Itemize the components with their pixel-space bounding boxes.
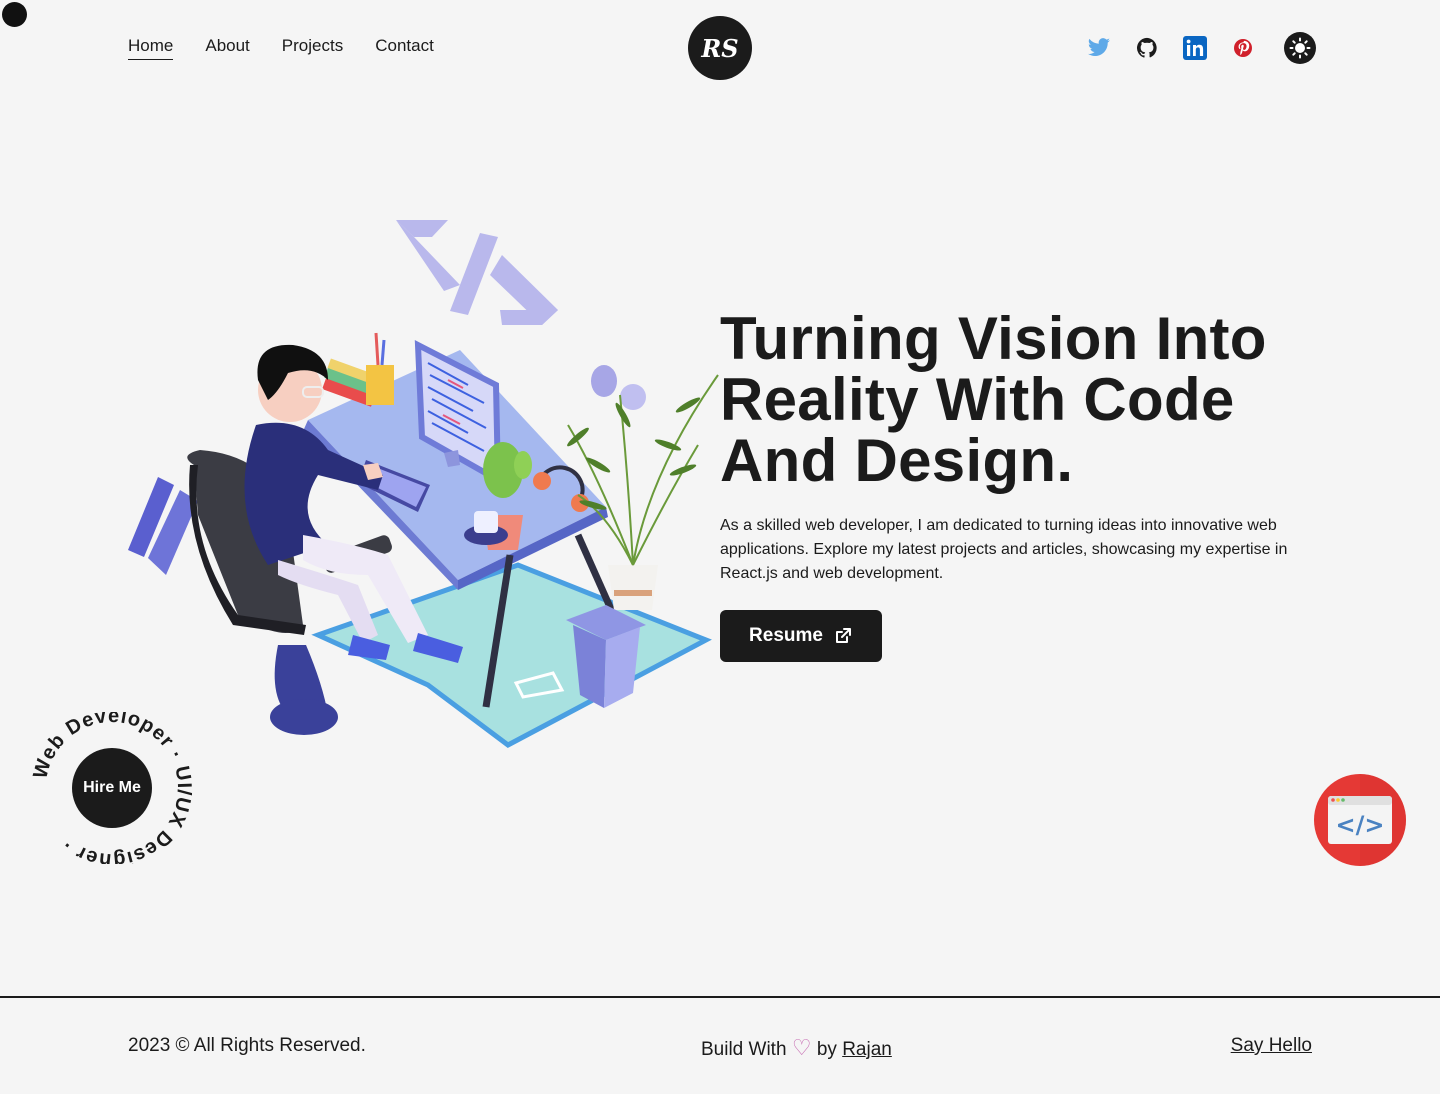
twitter-icon[interactable] — [1086, 32, 1112, 64]
build-prefix: Build With — [701, 1039, 787, 1060]
site-footer: 2023 © All Rights Reserved. Build With ♡… — [0, 996, 1440, 1094]
hero-headline: Turning Vision Into Reality With Code An… — [720, 305, 1267, 494]
copyright-text: 2023 © All Rights Reserved. — [128, 1035, 366, 1056]
nav-home-link[interactable]: Home — [128, 36, 174, 60]
floating-code-symbol — [396, 220, 558, 325]
main-nav: Home About Projects Contact — [128, 36, 434, 60]
resume-label: Resume — [749, 625, 823, 646]
decor-blocks — [128, 477, 198, 575]
author-link[interactable]: Rajan — [842, 1039, 892, 1060]
resume-button[interactable]: Resume — [720, 610, 882, 662]
nav-about-link[interactable]: About — [205, 36, 249, 60]
sun-icon — [1289, 37, 1311, 59]
build-by: by — [816, 1039, 837, 1060]
cursor-dot — [2, 2, 27, 27]
nav-contact-link[interactable]: Contact — [375, 36, 434, 60]
external-link-icon — [835, 628, 851, 643]
say-hello-link[interactable]: Say Hello — [1231, 1035, 1312, 1057]
hire-me-button[interactable]: Hire Me — [72, 748, 152, 828]
social-links — [1086, 32, 1316, 64]
theme-toggle-button[interactable] — [1284, 32, 1316, 64]
heart-icon: ♡ — [791, 1035, 812, 1060]
pencil-cup — [366, 365, 394, 405]
code-badge[interactable]: </> — [1314, 774, 1406, 866]
hero-intro: As a skilled web developer, I am dedicat… — [720, 517, 1288, 582]
svg-text:</>: </> — [1336, 811, 1385, 839]
github-icon[interactable] — [1134, 32, 1160, 64]
site-logo[interactable]: RS — [688, 16, 752, 80]
floating-shape — [620, 384, 646, 410]
floating-shape — [591, 365, 617, 397]
pinterest-icon[interactable] — [1230, 32, 1256, 64]
nav-projects-link[interactable]: Projects — [282, 36, 343, 60]
mug — [474, 511, 498, 533]
linkedin-icon[interactable] — [1182, 32, 1208, 64]
developer-illustration — [128, 220, 719, 748]
build-credit: Build With ♡ by Rajan — [701, 1035, 892, 1061]
